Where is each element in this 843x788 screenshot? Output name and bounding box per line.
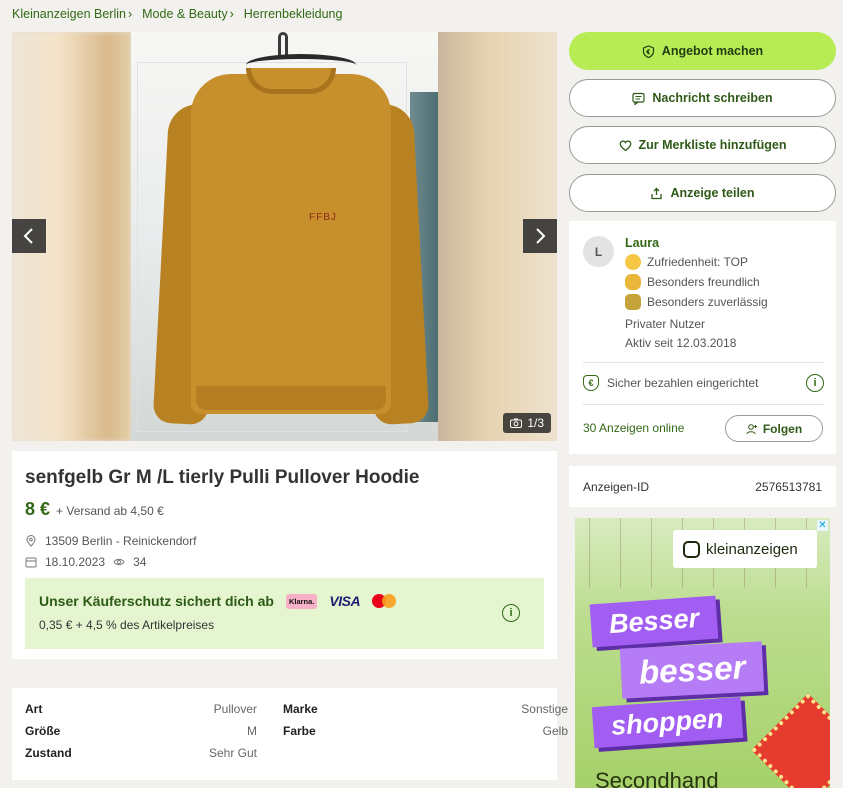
badge-satisfaction: Zufriedenheit: TOP — [625, 254, 768, 270]
divider — [583, 404, 824, 405]
shipping-info: + Versand ab 4,50 € — [56, 504, 164, 518]
kleinanzeigen-logo-icon — [683, 540, 700, 558]
listing-date: 18.10.2023 — [45, 555, 106, 569]
friendly-badge-icon — [625, 274, 641, 290]
seller-active-since: Aktiv seit 12.03.2018 — [625, 336, 737, 350]
attribute-art: Art Pullover — [25, 702, 257, 716]
share-listing-button[interactable]: Anzeige teilen — [569, 174, 836, 212]
seller-type: Privater Nutzer — [625, 317, 706, 331]
mastercard-icon — [372, 594, 397, 608]
ad-arrow-decoration — [751, 693, 830, 788]
shield-euro-icon: € — [583, 375, 599, 391]
attribute-zustand: Zustand Sehr Gut — [25, 746, 257, 760]
seller-info: Laura Zufriedenheit: TOP Besonders freun… — [625, 236, 768, 350]
seller-ads-online-link[interactable]: 30 Anzeigen online — [583, 421, 684, 435]
image-counter-text: 1/3 — [527, 416, 544, 430]
kleinanzeigen-logo-text: kleinanzeigen — [706, 540, 798, 558]
share-icon — [651, 187, 663, 199]
price-row: 8 € + Versand ab 4,50 € — [25, 499, 544, 520]
attributes-card: Art Pullover Marke Sonstige Größe M Farbe Ge… — [12, 688, 568, 780]
add-user-icon — [746, 423, 757, 434]
make-offer-label: Angebot machen — [661, 44, 764, 58]
chevron-right-icon — [536, 228, 546, 244]
sweater-collar — [246, 68, 336, 94]
buyer-protection-header: Unser Käuferschutz sichert dich ab Klarn… — [39, 593, 530, 609]
advertisement-banner[interactable]: ✕ kleinanzeigen Besser besser shoppen Se… — [575, 518, 830, 788]
calendar-icon — [25, 557, 37, 568]
location-row: 13509 Berlin - Reinickendorf — [25, 534, 544, 548]
view-count: 34 — [133, 555, 147, 569]
location-pin-icon — [26, 535, 36, 547]
attribute-farbe: Farbe Gelb — [283, 724, 568, 738]
message-icon — [632, 92, 646, 105]
attribute-marke: Marke Sonstige — [283, 702, 568, 716]
image-gallery[interactable]: FFBJ 1/3 — [12, 32, 557, 441]
listing-price: 8 € — [25, 499, 51, 519]
ad-word-1: Besser — [589, 595, 719, 648]
divider — [583, 362, 824, 363]
ad-subline: Secondhand — [595, 768, 719, 788]
reliable-badge-icon — [625, 294, 641, 310]
attributes-grid: Art Pullover Marke Sonstige Größe M Farbe Ge… — [25, 702, 568, 760]
seller-card: L Laura Zufriedenheit: TOP Besonders fre… — [569, 221, 836, 454]
make-offer-button[interactable]: Angebot machen — [569, 32, 836, 70]
listing-location: 13509 Berlin - Reinickendorf — [45, 534, 197, 548]
add-to-watchlist-button[interactable]: Zur Merkliste hinzufügen — [569, 126, 836, 164]
date-row: 18.10.2023 34 — [25, 555, 544, 569]
klarna-logo: Klarna. — [285, 593, 318, 609]
ad-word-2: besser — [619, 641, 765, 699]
visa-logo: VISA — [329, 593, 361, 609]
attribute-groesse: Größe M — [25, 724, 257, 738]
ad-close-icon[interactable]: ✕ — [817, 520, 828, 531]
badge-friendly: Besonders freundlich — [625, 274, 768, 290]
camera-icon — [510, 418, 523, 428]
send-message-label: Nachricht schreiben — [652, 91, 773, 105]
breadcrumb-subcategory[interactable]: Herrenbekleidung — [244, 7, 343, 21]
gallery-prev-button[interactable] — [12, 219, 46, 253]
buyer-protection-heading: Unser Käuferschutz sichert dich ab — [39, 593, 274, 609]
ad-id-label: Anzeigen-ID — [583, 479, 650, 494]
info-icon[interactable]: i — [502, 604, 520, 622]
image-counter: 1/3 — [503, 413, 551, 433]
secure-payment-row: € Sicher bezahlen eingerichtet i — [583, 374, 824, 392]
listing-details: senfgelb Gr M /L tierly Pulli Pullover H… — [12, 451, 557, 659]
ad-id-value: 2576513781 — [755, 479, 822, 494]
secure-payment-text: Sicher bezahlen eingerichtet — [607, 376, 759, 390]
breadcrumb-category[interactable]: Mode & Beauty › — [142, 7, 234, 21]
heart-icon — [619, 139, 631, 151]
buyer-protection-fee: 0,35 € + 4,5 % des Artikelpreises — [39, 618, 215, 632]
ad-id-card: Anzeigen-ID 2576513781 — [569, 466, 836, 507]
listing-title: senfgelb Gr M /L tierly Pulli Pullover H… — [25, 467, 420, 488]
breadcrumb: Kleinanzeigen Berlin › Mode & Beauty › Her… — [12, 7, 342, 21]
info-icon[interactable]: i — [806, 374, 824, 392]
send-message-button[interactable]: Nachricht schreiben — [569, 79, 836, 117]
share-listing-label: Anzeige teilen — [670, 186, 755, 200]
sweater-body — [191, 74, 391, 414]
shield-euro-icon — [642, 44, 654, 58]
follow-button[interactable]: Folgen — [725, 415, 823, 442]
sweater-hem — [196, 386, 386, 410]
follow-label: Folgen — [762, 421, 803, 436]
chevron-left-icon — [23, 228, 33, 244]
buyer-protection-box: Unser Käuferschutz sichert dich ab Klarn… — [25, 578, 544, 649]
add-to-watchlist-label: Zur Merkliste hinzufügen — [638, 138, 787, 152]
avatar[interactable]: L — [583, 236, 614, 267]
ad-word-3: shoppen — [591, 696, 743, 749]
badge-reliable: Besonders zuverlässig — [625, 294, 768, 310]
sweater-print: FFBJ — [309, 212, 337, 223]
product-photo[interactable]: FFBJ — [131, 32, 438, 441]
happy-face-icon — [625, 254, 641, 270]
sweater: FFBJ — [152, 64, 430, 434]
eye-icon — [113, 558, 125, 566]
gallery-next-button[interactable] — [523, 219, 557, 253]
seller-name[interactable]: Laura — [625, 236, 768, 250]
kleinanzeigen-logo: kleinanzeigen — [673, 530, 817, 568]
breadcrumb-city[interactable]: Kleinanzeigen Berlin › — [12, 7, 132, 21]
